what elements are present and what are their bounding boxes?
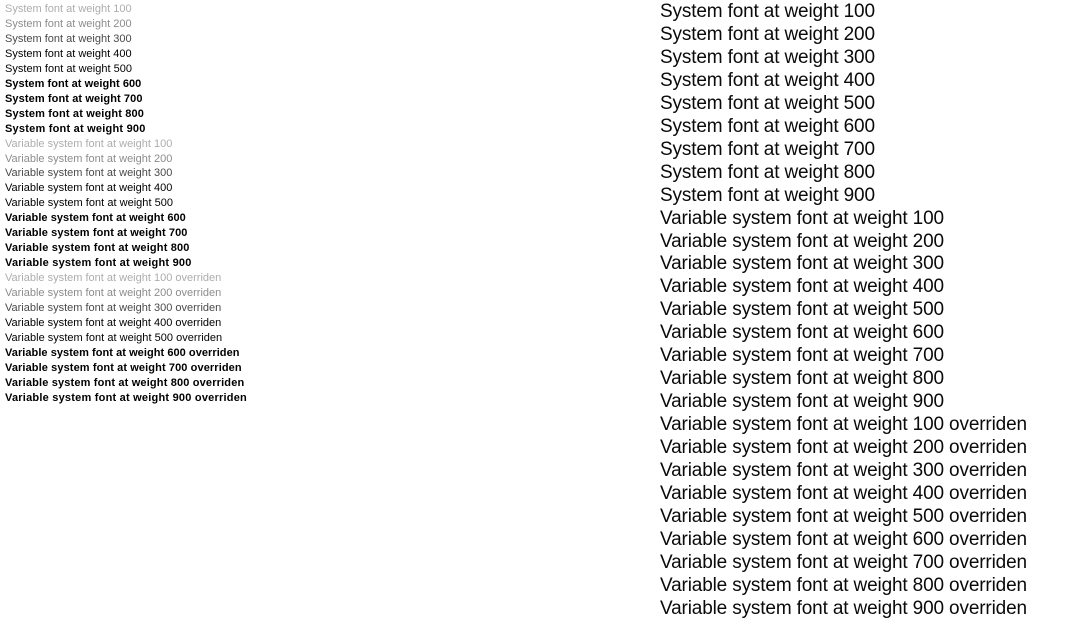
specimen-line: Variable system font at weight 500 overr… [5, 331, 223, 344]
specimen-line: System font at weight 300 [660, 46, 875, 68]
specimen-line: Variable system font at weight 700 overr… [660, 551, 1027, 573]
specimen-line: System font at weight 800 [5, 107, 145, 120]
specimen-line: System font at weight 200 [660, 23, 875, 45]
specimen-line: Variable system font at weight 800 [660, 368, 944, 390]
specimen-line: System font at weight 400 [5, 47, 132, 60]
specimen-line: Variable system font at weight 800 overr… [5, 376, 245, 389]
specimen-line: System font at weight 600 [5, 77, 142, 90]
specimen-line: System font at weight 500 [660, 92, 875, 114]
specimen-line: Variable system font at weight 200 [660, 230, 944, 252]
specimen-line: Variable system font at weight 300 overr… [660, 460, 1027, 482]
specimen-line: Variable system font at weight 600 overr… [5, 346, 240, 359]
specimen-line: Variable system font at weight 100 overr… [5, 272, 222, 285]
specimen-line: Variable system font at weight 500 [660, 299, 944, 321]
specimen-line: System font at weight 900 [660, 184, 875, 206]
large-specimen-column: System font at weight 100 System font at … [660, 1, 1060, 621]
specimen-line: Variable system font at weight 900 overr… [660, 597, 1027, 619]
specimen-line: System font at weight 700 [660, 138, 875, 160]
small-specimen-column: System font at weight 100 System font at … [5, 2, 625, 406]
specimen-line: Variable system font at weight 900 [5, 257, 192, 270]
specimen-line: Variable system font at weight 100 [660, 207, 944, 229]
specimen-line: Variable system font at weight 500 overr… [660, 505, 1027, 527]
font-weight-specimen-page: System font at weight 100 System font at … [0, 0, 1066, 641]
specimen-line: Variable system font at weight 400 overr… [5, 317, 222, 330]
specimen-line: System font at weight 200 [5, 17, 132, 30]
specimen-line: Variable system font at weight 600 overr… [660, 528, 1027, 550]
specimen-line: System font at weight 300 [5, 32, 132, 45]
specimen-line: System font at weight 600 [660, 115, 875, 137]
specimen-line: System font at weight 500 [5, 62, 133, 75]
specimen-line: Variable system font at weight 800 [5, 242, 190, 255]
specimen-line: Variable system font at weight 300 [5, 167, 173, 180]
specimen-line: Variable system font at weight 200 overr… [660, 437, 1027, 459]
specimen-line: Variable system font at weight 300 overr… [5, 302, 222, 315]
specimen-line: Variable system font at weight 900 [660, 391, 944, 413]
specimen-line: System font at weight 100 [660, 1, 875, 22]
specimen-line: Variable system font at weight 400 overr… [660, 483, 1027, 505]
specimen-line: System font at weight 400 [660, 69, 875, 91]
specimen-line: Variable system font at weight 200 overr… [5, 287, 222, 300]
specimen-line: Variable system font at weight 600 [5, 212, 186, 225]
specimen-line: Variable system font at weight 400 [5, 182, 173, 195]
specimen-line: Variable system font at weight 600 [660, 322, 944, 344]
specimen-line: Variable system font at weight 700 overr… [5, 361, 242, 374]
specimen-line: Variable system font at weight 100 overr… [660, 414, 1027, 436]
specimen-line: System font at weight 100 [5, 3, 132, 15]
specimen-line: System font at weight 900 [5, 122, 146, 135]
specimen-line: System font at weight 800 [660, 161, 875, 183]
specimen-line: Variable system font at weight 300 [660, 253, 944, 275]
specimen-line: Variable system font at weight 100 [5, 137, 173, 150]
specimen-line: Variable system font at weight 400 [660, 276, 944, 298]
specimen-line: Variable system font at weight 200 [5, 152, 173, 165]
specimen-line: Variable system font at weight 500 [5, 197, 174, 210]
specimen-line: Variable system font at weight 800 overr… [660, 574, 1027, 596]
specimen-line: Variable system font at weight 700 [5, 227, 188, 240]
specimen-line: Variable system font at weight 900 overr… [5, 391, 247, 404]
specimen-line: System font at weight 700 [5, 92, 143, 105]
specimen-line: Variable system font at weight 700 [660, 345, 944, 367]
